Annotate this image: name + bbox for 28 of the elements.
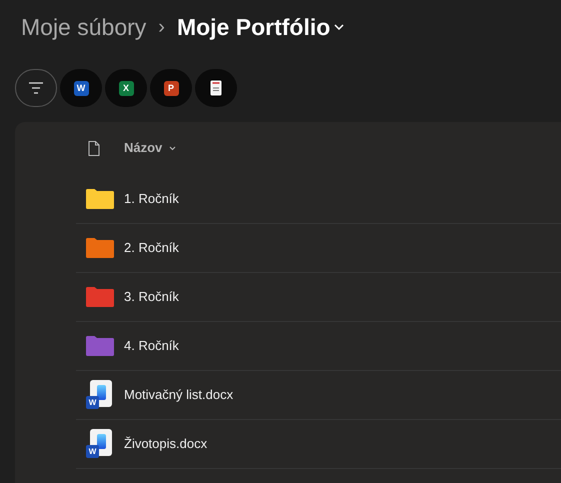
file-row[interactable]: W Motivačný list.docx [76, 370, 561, 419]
file-row[interactable]: W Životopis.docx [76, 419, 561, 468]
file-icon [88, 140, 100, 156]
app-icon: P [164, 80, 178, 96]
app-icon: X [118, 80, 134, 96]
file-name: 4. Ročník [124, 337, 179, 356]
breadcrumb-link[interactable]: Moje súbory [21, 10, 146, 44]
file-type-filter[interactable]: P [150, 69, 192, 107]
file-type-filter[interactable]: W [60, 69, 102, 107]
file-row[interactable]: 2. Ročník [76, 223, 561, 272]
file-type-filter[interactable] [195, 69, 237, 107]
file-name: 1. Ročník [124, 190, 179, 208]
current-folder-title[interactable]: Moje Portfólio [176, 10, 344, 44]
chevron-down-icon [169, 146, 176, 150]
file-row[interactable]: 4. Ročník [76, 321, 561, 370]
filter-icon [28, 82, 44, 94]
file-type-filter[interactable]: X [105, 69, 147, 107]
file-name: Životopis.docx [124, 435, 208, 454]
file-name: 3. Ročník [124, 288, 179, 306]
document-icon [210, 80, 222, 96]
file-row[interactable]: 1. Ročník [76, 174, 561, 223]
app-icon: W [74, 80, 88, 96]
column-header[interactable]: Názov [124, 138, 176, 158]
chevron-down-icon [334, 24, 344, 30]
breadcrumb-separator: › [158, 15, 165, 40]
file-row[interactable]: 3. Ročník [76, 272, 561, 321]
file-name: 2. Ročník [124, 239, 179, 258]
file-name: Motivačný list.docx [124, 386, 234, 404]
